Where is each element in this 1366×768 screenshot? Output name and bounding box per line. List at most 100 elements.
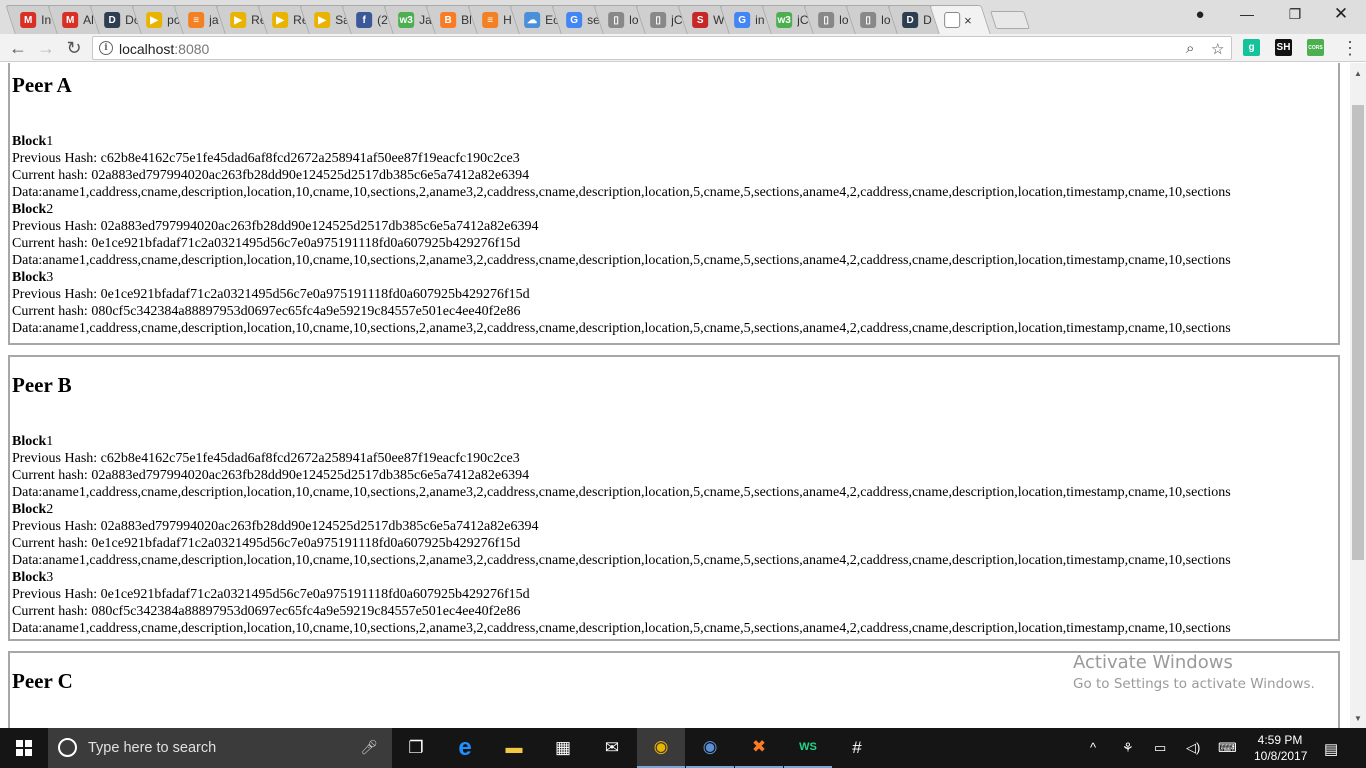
keyboard-icon[interactable]: ⌨ <box>1218 740 1237 756</box>
clock-time: 4:59 PM <box>1257 733 1303 747</box>
block-number: 3 <box>46 270 54 285</box>
peer-section: Peer B Block1 Previous Hash: c62b8e4162c75… <box>8 355 1340 641</box>
chrome-icon[interactable]: ◉ <box>637 728 685 768</box>
taskbar-clock[interactable]: 4:59 PM 10/8/2017 <box>1254 732 1307 764</box>
page-icon: ▯ <box>860 12 877 28</box>
mail-icon[interactable]: ✉ <box>588 728 636 768</box>
page-scrollbar[interactable]: ▲ ▼ <box>1350 63 1366 728</box>
block-data-value: aname1,caddress,cname,description,locati… <box>42 321 1231 336</box>
block-number: 1 <box>46 434 54 449</box>
block-list: Block1 Previous Hash: c62b8e4162c75e1fe45… <box>12 433 1231 637</box>
block-heading: Block1 <box>12 133 1231 150</box>
restore-button[interactable]: ❐ <box>1272 0 1318 28</box>
edge-icon[interactable]: e <box>441 728 489 768</box>
block-data-label: Data: <box>12 485 43 500</box>
browser-tab-active[interactable]: × <box>929 5 991 34</box>
current-hash-label: Current hash: <box>12 604 92 619</box>
file-explorer-icon[interactable]: ▬ <box>490 728 538 768</box>
block-label: Block <box>12 570 47 585</box>
task-view-icon[interactable]: ❐ <box>392 728 440 768</box>
new-tab-button[interactable] <box>990 11 1030 29</box>
taskbar-search-box[interactable]: Type here to search 🎤︎ <box>48 728 392 768</box>
current-hash-value: 080cf5c342384a88897953d0697ec65fc4a9e592… <box>91 304 521 319</box>
menu-icon[interactable]: ⋮ <box>1338 37 1362 59</box>
site-info-icon[interactable]: i <box>99 41 113 55</box>
current-hash-value: 02a883ed797994020ac263fb28dd90e124525d25… <box>91 168 530 183</box>
show-hidden-icons-icon[interactable]: ^ <box>1090 740 1096 755</box>
cloud-icon: ☁ <box>524 12 541 28</box>
page-icon: ▯ <box>608 12 625 28</box>
address-bar[interactable]: i localhost:8080 ⌕ ☆ <box>92 36 1232 60</box>
block-data-label: Data: <box>12 185 43 200</box>
xampp-icon[interactable]: ✖ <box>735 728 783 768</box>
url-host: localhost <box>119 41 175 57</box>
back-button[interactable]: ← <box>6 37 30 59</box>
cors-extension-icon[interactable]: CORS <box>1307 39 1324 56</box>
network-icon[interactable]: ⚘ <box>1122 740 1134 756</box>
forward-button[interactable]: → <box>34 37 58 59</box>
grammarly-icon[interactable]: g <box>1243 39 1260 56</box>
peer-section: Peer A Block1 Previous Hash: c62b8e4162c75… <box>8 63 1340 345</box>
current-hash-value: 080cf5c342384a88897953d0697ec65fc4a9e592… <box>91 604 521 619</box>
folder-icon: ▶ <box>230 12 247 28</box>
cortana-icon <box>58 738 77 757</box>
xampp-icon: B <box>440 12 457 28</box>
page-icon: ▯ <box>818 12 835 28</box>
previous-hash: Previous Hash: 0e1ce921bfadaf71c2a032149… <box>12 586 1231 603</box>
previous-hash-value: 02a883ed797994020ac263fb28dd90e124525d25… <box>100 219 539 234</box>
block-data: Data:aname1,caddress,cname,description,l… <box>12 620 1231 637</box>
page-icon: ▯ <box>650 12 667 28</box>
browser-toolbar: ← → ↻ i localhost:8080 ⌕ ☆ g SH CORS ⋮ <box>0 34 1366 62</box>
folder-icon: ▶ <box>314 12 331 28</box>
profile-icon[interactable]: ● <box>1177 0 1223 28</box>
battery-icon[interactable]: ▭ <box>1154 740 1166 756</box>
current-hash: Current hash: 0e1ce921bfadaf71c2a0321495… <box>12 535 1231 552</box>
facebook-icon: f <box>356 12 373 28</box>
d-logo-icon: D <box>104 12 121 28</box>
tab-content: × <box>935 6 985 34</box>
microphone-icon[interactable]: 🎤︎ <box>360 739 378 756</box>
windows-taskbar: Type here to search 🎤︎ ❐ e ▬ ▦ ✉ ◉ ◉ ✖ WS # ^ ⚘ ▭ ◁)… <box>0 728 1366 768</box>
block-number: 3 <box>46 570 54 585</box>
block-label: Block <box>12 134 47 149</box>
minimize-button[interactable]: — <box>1224 0 1270 28</box>
folder-icon: ▶ <box>272 12 289 28</box>
block-data: Data:aname1,caddress,cname,description,l… <box>12 484 1231 501</box>
previous-hash-label: Previous Hash: <box>12 287 101 302</box>
block-data-value: aname1,caddress,cname,description,locati… <box>42 485 1231 500</box>
slack-icon[interactable]: # <box>833 728 881 768</box>
block-heading: Block1 <box>12 433 1231 450</box>
previous-hash-value: 02a883ed797994020ac263fb28dd90e124525d25… <box>100 519 539 534</box>
sh-extension-icon[interactable]: SH <box>1275 39 1292 56</box>
previous-hash-label: Previous Hash: <box>12 451 101 466</box>
chrome-canary-icon[interactable]: ◉ <box>686 728 734 768</box>
previous-hash-value: c62b8e4162c75e1fe45dad6af8fcd2672a258941… <box>100 151 520 166</box>
tab-close-icon[interactable]: × <box>964 13 972 28</box>
block-data-label: Data: <box>12 553 43 568</box>
close-window-button[interactable]: ✕ <box>1318 0 1364 28</box>
start-button[interactable] <box>0 728 48 768</box>
current-hash: Current hash: 080cf5c342384a88897953d069… <box>12 603 1231 620</box>
current-hash-value: 0e1ce921bfadaf71c2a0321495d56c7e0a975191… <box>91 536 521 551</box>
layers-icon: S <box>692 12 709 28</box>
peer-title: Peer B <box>12 373 72 397</box>
previous-hash: Previous Hash: 02a883ed797994020ac263fb2… <box>12 518 1231 535</box>
bookmark-star-icon[interactable]: ☆ <box>1211 40 1224 58</box>
page-viewport: Peer A Block1 Previous Hash: c62b8e4162c75… <box>0 63 1350 728</box>
store-icon[interactable]: ▦ <box>539 728 587 768</box>
action-center-icon[interactable]: ▤ <box>1324 740 1338 758</box>
block-list: Block1 Previous Hash: c62b8e4162c75e1fe45… <box>12 133 1231 337</box>
gmail-icon: M <box>20 12 37 28</box>
volume-icon[interactable]: ◁) <box>1186 740 1200 756</box>
block-data-label: Data: <box>12 621 43 636</box>
block-data-value: aname1,caddress,cname,description,locati… <box>42 553 1231 568</box>
scrollbar-thumb[interactable] <box>1352 105 1364 560</box>
zoom-icon[interactable]: ⌕ <box>1186 40 1194 57</box>
scroll-up-arrow-icon[interactable]: ▲ <box>1350 65 1366 81</box>
previous-hash-label: Previous Hash: <box>12 519 101 534</box>
reload-button[interactable]: ↻ <box>62 37 86 59</box>
previous-hash: Previous Hash: c62b8e4162c75e1fe45dad6af… <box>12 150 1231 167</box>
gmail-icon: M <box>62 12 79 28</box>
scroll-down-arrow-icon[interactable]: ▼ <box>1350 710 1366 726</box>
webstorm-icon[interactable]: WS <box>784 728 832 768</box>
